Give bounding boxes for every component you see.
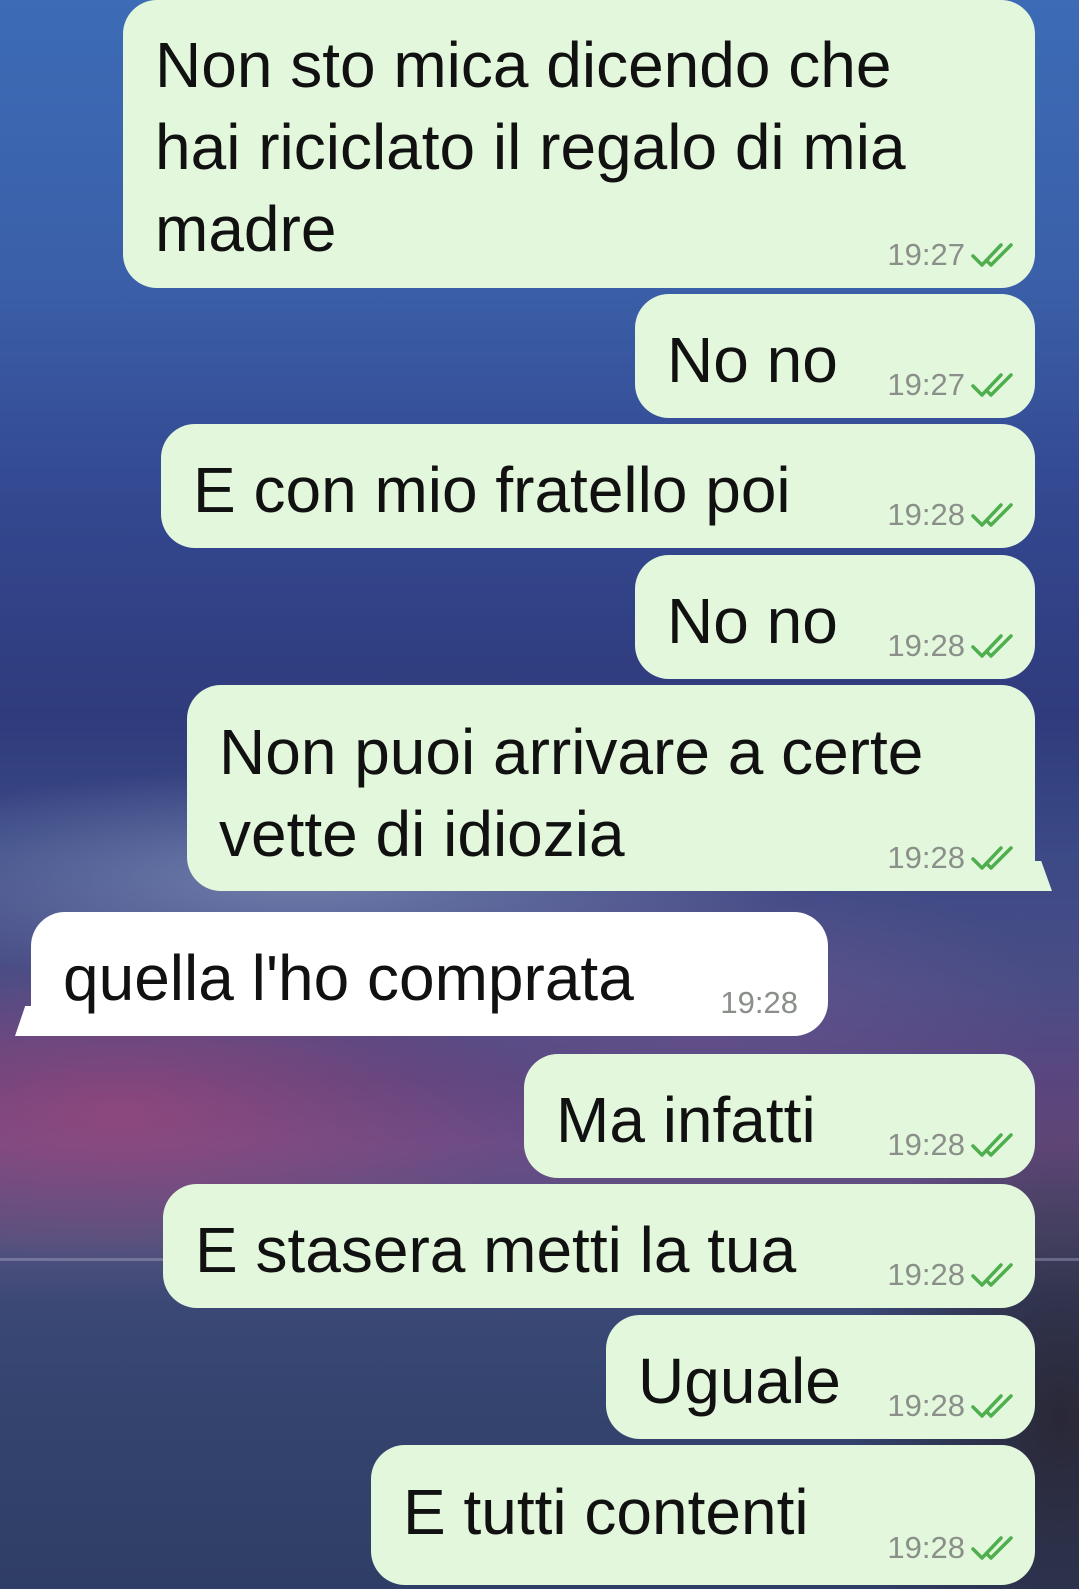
message-text: Non puoi arrivare a certe vette di idioz… [219,716,924,870]
message-time: 19:28 [887,497,965,532]
message-time: 19:28 [887,1388,965,1423]
message-bubble-outgoing[interactable]: E stasera metti la tua 19:28 [163,1184,1035,1308]
message-bubble-outgoing[interactable]: Non sto mica dicendo che hai riciclato i… [123,0,1035,288]
message-bubble-outgoing[interactable]: E tutti contenti 19:28 [371,1445,1035,1585]
message-text: E con mio fratello poi [193,454,791,526]
message-text: Non sto mica dicendo che hai riciclato i… [155,29,906,265]
message-meta: 19:28 [887,1531,1017,1565]
message-time: 19:28 [887,628,965,663]
message-meta: 19:28 [887,498,1017,532]
read-ticks-icon [971,502,1017,528]
message-text: No no [667,324,838,396]
read-ticks-icon [971,372,1017,398]
message-meta: 19:28 [887,841,1017,875]
message-bubble-outgoing[interactable]: No no 19:28 [635,555,1035,679]
message-time: 19:27 [887,367,965,402]
message-meta: 19:28 [887,629,1017,663]
message-text: quella l'ho comprata [63,942,634,1014]
message-text: Uguale [638,1345,841,1417]
message-bubble-outgoing[interactable]: Non puoi arrivare a certe vette di idioz… [187,685,1035,891]
read-ticks-icon [971,1262,1017,1288]
message-time: 19:28 [887,1530,965,1565]
message-meta: 19:28 [887,1389,1017,1423]
message-bubble-outgoing[interactable]: E con mio fratello poi 19:28 [161,424,1035,548]
read-ticks-icon [971,1393,1017,1419]
read-ticks-icon [971,633,1017,659]
message-text: E tutti contenti [403,1476,809,1548]
message-time: 19:28 [887,840,965,875]
message-time: 19:28 [720,985,798,1020]
message-time: 19:28 [887,1257,965,1292]
read-ticks-icon [971,1535,1017,1561]
message-meta: 19:28 [887,1258,1017,1292]
message-meta: 19:28 [720,986,798,1020]
message-meta: 19:27 [887,368,1017,402]
message-meta: 19:27 [887,238,1017,272]
read-ticks-icon [971,1132,1017,1158]
message-meta: 19:28 [887,1128,1017,1162]
message-time: 19:27 [887,237,965,272]
read-ticks-icon [971,242,1017,268]
message-time: 19:28 [887,1127,965,1162]
message-bubble-outgoing[interactable]: Uguale 19:28 [606,1315,1035,1439]
message-text: Ma infatti [556,1084,816,1156]
message-bubble-outgoing[interactable]: Ma infatti 19:28 [524,1054,1035,1178]
message-bubble-outgoing[interactable]: No no 19:27 [635,294,1035,418]
message-bubble-incoming[interactable]: quella l'ho comprata 19:28 [31,912,828,1036]
read-ticks-icon [971,845,1017,871]
message-text: No no [667,585,838,657]
message-text: E stasera metti la tua [195,1214,797,1286]
